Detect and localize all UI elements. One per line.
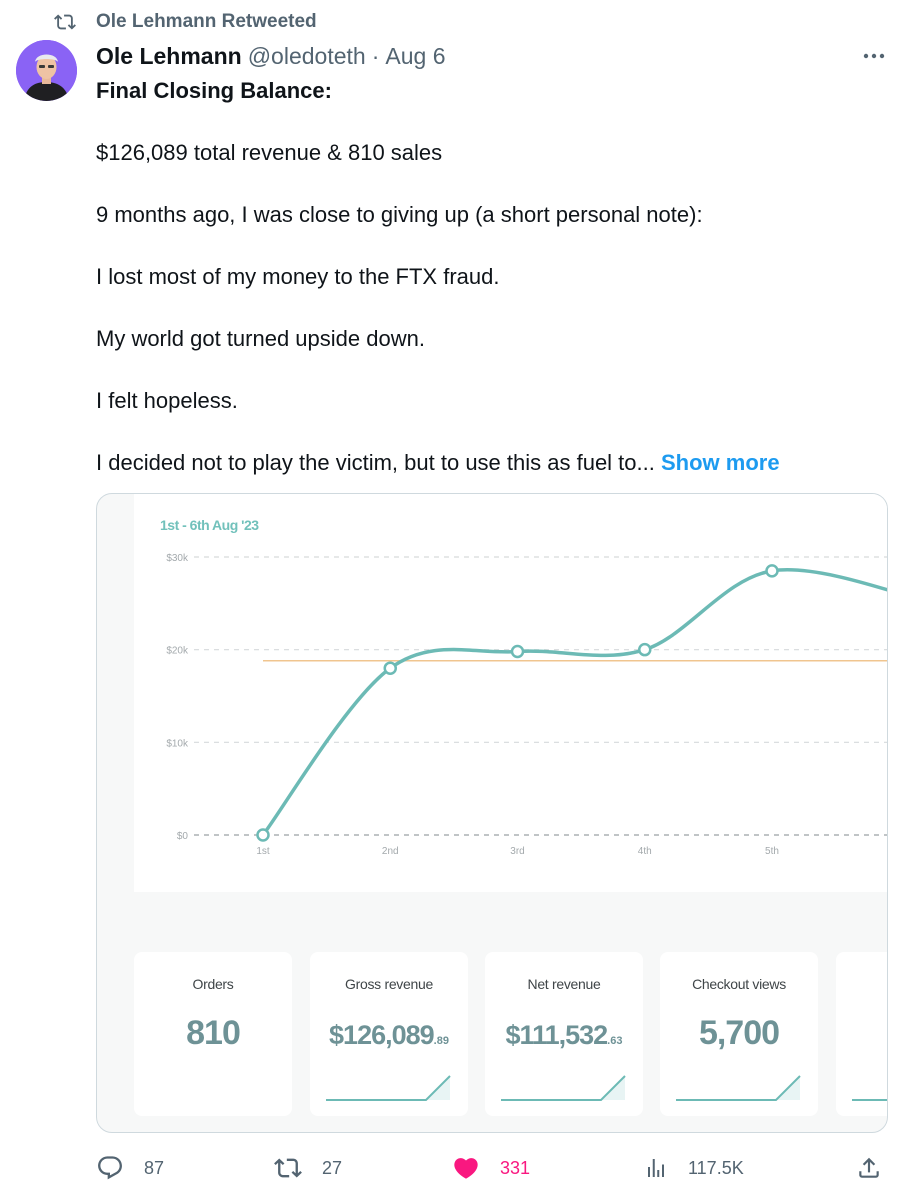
reply-button[interactable]: 87 xyxy=(96,1152,164,1184)
stat-card-net-revenue: Net revenue $111,532.63 xyxy=(485,952,643,1116)
stat-number: $111,532 xyxy=(505,1020,609,1050)
avatar-image xyxy=(16,40,77,101)
x-tick-label: 5th xyxy=(765,846,779,857)
tweet-line: Final Closing Balance: xyxy=(96,78,332,103)
sparkline xyxy=(501,1075,626,1101)
data-point[interactable] xyxy=(510,644,525,659)
stat-value: 5,700 xyxy=(660,1014,818,1053)
views-icon xyxy=(648,1159,664,1177)
stat-label: Checkout views xyxy=(692,976,786,992)
series-line xyxy=(261,568,887,837)
stat-label: Net revenue xyxy=(527,976,601,992)
stat-card-orders: Orders 810 xyxy=(134,952,292,1116)
tweet-date[interactable]: Aug 6 xyxy=(385,43,445,70)
stat-value: $126,089.89 xyxy=(310,1020,468,1051)
y-tick-label: $10k xyxy=(166,738,189,749)
share-button[interactable] xyxy=(856,1152,902,1184)
media-image[interactable]: 1st - 6th Aug '23 $0 $10k $20k $30k 1st 2nd 3… xyxy=(96,493,888,1133)
reply-count: 87 xyxy=(144,1157,165,1178)
data-point[interactable] xyxy=(765,564,779,578)
share-icon xyxy=(859,1157,879,1178)
tweet-line: My world got turned upside down. xyxy=(96,326,425,351)
revenue-chart: 1st - 6th Aug '23 $0 $10k $20k $30k 1st 2nd 3… xyxy=(160,517,887,857)
retweet-icon xyxy=(54,14,76,30)
views-button[interactable]: 117.5K xyxy=(644,1152,744,1184)
views-count: 117.5K xyxy=(688,1157,744,1178)
data-point[interactable] xyxy=(638,642,652,657)
sparkline xyxy=(676,1075,801,1101)
tweet-line: I lost most of my money to the FTX fraud… xyxy=(96,264,500,289)
y-tick-label: $0 xyxy=(177,831,189,842)
revenue-chart-card: 1st - 6th Aug '23 $0 $10k $20k $30k 1st 2nd 3… xyxy=(134,494,887,892)
data-point[interactable] xyxy=(383,661,397,675)
stat-label: Gross revenue xyxy=(345,976,433,992)
author-handle[interactable]: @oledoteth xyxy=(248,43,366,70)
stat-cents: .89 xyxy=(433,1035,449,1047)
stat-number: 810 xyxy=(186,1014,241,1052)
data-point[interactable] xyxy=(256,828,270,842)
tweet-line-last: I decided not to play the victim, but to… xyxy=(96,448,886,478)
tweet-text: Final Closing Balance: $126,089 total re… xyxy=(96,76,886,478)
x-tick-label: 2nd xyxy=(382,846,399,857)
y-tick-label: $30k xyxy=(166,553,189,564)
separator-dot: · xyxy=(371,42,380,69)
tweet-line: $126,089 total revenue & 810 sales xyxy=(96,140,443,165)
stat-card-checkout-views: Checkout views 5,700 xyxy=(660,952,818,1116)
retweet-indicator[interactable]: Ole Lehmann Retweeted xyxy=(52,8,317,36)
more-icon xyxy=(863,53,885,59)
more-options-button[interactable] xyxy=(858,44,890,68)
stat-value: 810 xyxy=(134,1014,292,1053)
retweet-count: 27 xyxy=(322,1157,343,1178)
like-count: 331 xyxy=(500,1157,531,1178)
stat-label: Orders xyxy=(192,976,234,992)
tweet-line: I decided not to play the victim, but to… xyxy=(96,450,655,475)
show-more-link[interactable]: Show more xyxy=(661,450,780,475)
retweet-icon xyxy=(274,1158,302,1178)
stat-card-partial xyxy=(836,952,887,1116)
tweet-header: Ole Lehmann @oledoteth · Aug 6 xyxy=(96,40,445,72)
like-button[interactable]: 331 xyxy=(452,1152,530,1184)
avatar[interactable] xyxy=(16,40,77,101)
x-tick-label: 3rd xyxy=(510,846,524,857)
stat-number: $126,089 xyxy=(329,1020,435,1050)
stat-number: 5,700 xyxy=(698,1014,780,1052)
retweet-button[interactable]: 27 xyxy=(274,1152,342,1184)
sparkline xyxy=(852,1099,887,1101)
x-tick-label: 4th xyxy=(638,846,652,857)
action-bar: 87 27 331 117.5K xyxy=(96,1152,886,1184)
stat-card-gross-revenue: Gross revenue $126,089.89 xyxy=(310,952,468,1116)
tweet-line: I felt hopeless. xyxy=(96,388,238,413)
heart-icon xyxy=(454,1158,478,1179)
y-tick-label: $20k xyxy=(166,646,189,657)
x-tick-label: 1st xyxy=(256,846,270,857)
retweet-label: Ole Lehmann Retweeted xyxy=(96,11,317,32)
sparkline xyxy=(326,1075,451,1101)
stat-cents: .63 xyxy=(607,1035,623,1047)
chart-title: 1st - 6th Aug '23 xyxy=(160,517,259,533)
reply-icon xyxy=(98,1156,122,1180)
author-name[interactable]: Ole Lehmann xyxy=(96,43,242,70)
tweet-line: 9 months ago, I was close to giving up (… xyxy=(96,202,703,227)
stat-value: $111,532.63 xyxy=(485,1020,643,1051)
